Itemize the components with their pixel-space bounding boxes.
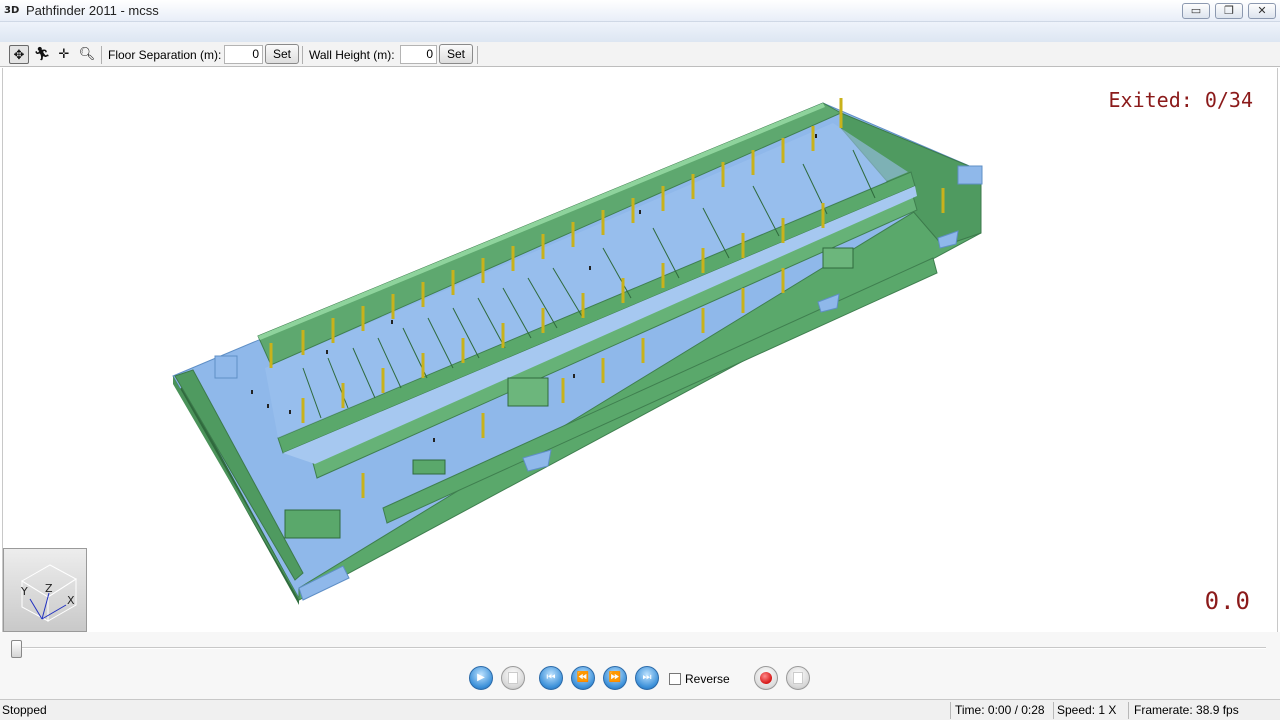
toolbar-separator bbox=[477, 46, 478, 64]
status-time: Time: 0:00 / 0:28 bbox=[955, 703, 1045, 717]
zoom-icon[interactable]: 🔍︎ bbox=[77, 45, 97, 64]
status-separator bbox=[1128, 702, 1129, 719]
floor-separation-set-button[interactable]: Set bbox=[265, 44, 299, 64]
toolbar-separator bbox=[302, 46, 303, 64]
status-bar: Stopped Time: 0:00 / 0:28 Speed: 1 X Fra… bbox=[0, 699, 1280, 720]
status-speed: Speed: 1 X bbox=[1057, 703, 1117, 717]
timeline-slider-track[interactable] bbox=[12, 647, 1266, 649]
wall-height-set-button[interactable]: Set bbox=[439, 44, 473, 64]
play-button[interactable]: ▶ bbox=[469, 666, 493, 690]
stop-icon bbox=[508, 672, 518, 684]
axis-y-label: Y bbox=[20, 585, 28, 598]
orientation-cube[interactable]: Y Z X bbox=[3, 548, 87, 632]
step-forward-button[interactable]: ⏩ bbox=[603, 666, 627, 690]
stop-button[interactable] bbox=[501, 666, 525, 690]
minimize-button[interactable]: ▭ bbox=[1182, 3, 1210, 19]
skip-end-icon: ⏭ bbox=[642, 672, 652, 683]
status-separator bbox=[950, 702, 951, 719]
entry-box bbox=[284, 509, 341, 539]
building-model bbox=[172, 98, 983, 605]
exited-value: 0/34 bbox=[1204, 88, 1253, 112]
status-state: Stopped bbox=[2, 703, 47, 717]
wall-height-input[interactable]: 0 bbox=[400, 45, 437, 64]
exited-counter: Exited: 0/34 bbox=[1108, 88, 1253, 112]
floor-separation-input[interactable]: 0 bbox=[224, 45, 263, 64]
orbit-icon[interactable]: ✥ bbox=[9, 45, 29, 64]
stair-block bbox=[822, 247, 854, 269]
timeline-slider-thumb[interactable] bbox=[11, 640, 22, 658]
checkbox-icon[interactable] bbox=[669, 673, 681, 685]
status-separator bbox=[1053, 702, 1054, 719]
exited-label: Exited: bbox=[1108, 88, 1193, 112]
skip-start-icon: ⏮ bbox=[546, 672, 556, 683]
skip-to-start-button[interactable]: ⏮ bbox=[539, 666, 563, 690]
corner-box bbox=[957, 165, 983, 185]
close-button[interactable]: ✕ bbox=[1248, 3, 1276, 19]
time-readout: 0.0 bbox=[1204, 587, 1251, 615]
record-button[interactable] bbox=[754, 666, 778, 690]
menu-strip bbox=[0, 22, 1280, 42]
stair-block bbox=[507, 377, 549, 407]
record-icon bbox=[760, 672, 772, 684]
restore-button[interactable]: ❐ bbox=[1215, 3, 1243, 19]
stop-icon bbox=[793, 672, 803, 684]
step-back-button[interactable]: ⏪ bbox=[571, 666, 595, 690]
3d-viewport[interactable]: Exited: 0/34 0.0 Y Z X bbox=[2, 68, 1278, 632]
walk-icon[interactable]: 🏃︎ bbox=[32, 45, 52, 64]
corner-box bbox=[214, 355, 238, 379]
playback-controls: ▶ ⏮ ⏪ ⏩ ⏭ Reverse bbox=[0, 632, 1280, 699]
axis-cube-icon: Y Z X bbox=[20, 564, 77, 622]
play-icon: ▶ bbox=[477, 672, 485, 683]
app-icon: 3D bbox=[4, 5, 20, 16]
rewind-icon: ⏪ bbox=[576, 672, 590, 683]
view-toolbar: ✥ 🏃︎ ✛ 🔍︎ Floor Separation (m): 0 Set Wa… bbox=[0, 42, 1280, 67]
pan-icon[interactable]: ✛ bbox=[54, 45, 74, 64]
floor-separation-label: Floor Separation (m): bbox=[108, 48, 222, 62]
title-bar: 3D Pathfinder 2011 - mcss ▭ ❐ ✕ bbox=[0, 0, 1280, 22]
wall-height-label: Wall Height (m): bbox=[309, 48, 395, 62]
stair-block bbox=[412, 459, 446, 475]
window-title: Pathfinder 2011 - mcss bbox=[26, 3, 159, 18]
reverse-checkbox[interactable]: Reverse bbox=[669, 672, 730, 686]
axis-x-label: X bbox=[67, 594, 75, 607]
axis-z-label: Z bbox=[45, 582, 53, 595]
status-framerate: Framerate: 38.9 fps bbox=[1134, 703, 1239, 717]
toolbar-separator bbox=[101, 46, 102, 64]
record-stop-button[interactable] bbox=[786, 666, 810, 690]
skip-to-end-button[interactable]: ⏭ bbox=[635, 666, 659, 690]
fast-forward-icon: ⏩ bbox=[608, 672, 622, 683]
reverse-label: Reverse bbox=[685, 672, 730, 686]
